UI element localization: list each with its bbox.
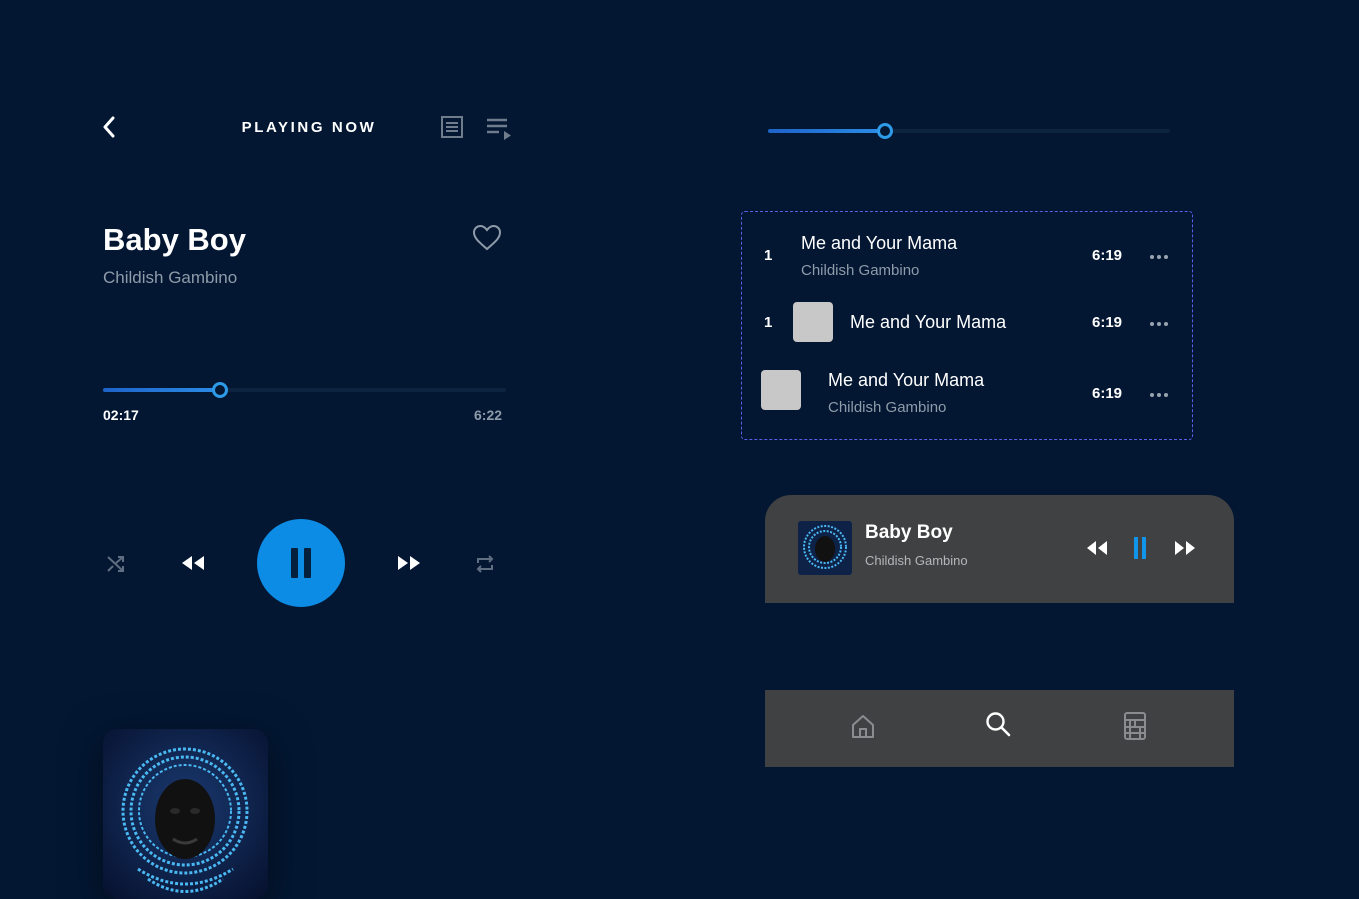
album-art	[103, 729, 268, 899]
repeat-button[interactable]	[472, 551, 498, 577]
mini-next-button[interactable]	[1171, 537, 1199, 559]
fast-forward-icon	[1175, 541, 1195, 555]
tab-home[interactable]	[846, 709, 880, 743]
track-row-duration: 6:19	[1092, 247, 1123, 264]
pause-button[interactable]	[257, 519, 345, 607]
tab-library[interactable]	[1118, 709, 1152, 743]
track-artist: Childish Gambino	[103, 268, 238, 287]
slider-knob[interactable]	[876, 123, 893, 139]
seek-slider[interactable]	[768, 123, 1170, 139]
total-time: 6:22	[474, 407, 503, 423]
queue-button[interactable]	[484, 114, 514, 142]
track-row-title: Me and Your Mama	[801, 233, 958, 253]
queue-icon	[487, 118, 511, 140]
back-button[interactable]	[96, 112, 122, 142]
mini-album-art	[798, 521, 852, 575]
lyrics-button[interactable]	[439, 114, 465, 140]
mini-pause-button[interactable]	[1129, 534, 1151, 562]
track-number: 1	[764, 314, 773, 331]
fast-forward-icon	[398, 556, 420, 570]
pause-icon	[288, 548, 314, 578]
track-row-duration: 6:19	[1092, 385, 1123, 402]
slider-fill	[768, 129, 885, 133]
page-title: PLAYING NOW	[241, 119, 377, 136]
lyrics-icon	[441, 116, 463, 138]
shuffle-icon	[107, 556, 124, 572]
track-row-duration: 6:19	[1092, 314, 1123, 331]
library-icon	[1124, 712, 1146, 740]
previous-button[interactable]	[178, 551, 208, 575]
track-number: 1	[764, 247, 773, 264]
track-row-artist: Childish Gambino	[801, 262, 920, 279]
track-thumbnail	[761, 370, 801, 410]
track-row-title: Me and Your Mama	[850, 312, 1007, 332]
rewind-icon	[182, 556, 204, 570]
favorite-button[interactable]	[471, 223, 503, 253]
album-cover-image	[103, 729, 268, 899]
progress-fill	[103, 388, 220, 392]
rewind-icon	[1087, 541, 1107, 555]
track-thumbnail	[793, 302, 833, 342]
progress-knob[interactable]	[211, 382, 228, 398]
repeat-icon	[476, 555, 494, 573]
shuffle-button[interactable]	[103, 551, 129, 577]
more-options-icon[interactable]	[1150, 319, 1172, 329]
pause-icon	[1134, 537, 1146, 559]
home-icon	[852, 715, 874, 738]
track-row-artist: Childish Gambino	[828, 399, 947, 416]
track-row-title: Me and Your Mama	[828, 370, 985, 390]
more-options-icon[interactable]	[1150, 252, 1172, 262]
mini-player-artist: Childish Gambino	[865, 553, 968, 568]
heart-icon	[472, 224, 502, 251]
search-icon	[986, 712, 1011, 737]
mini-player-title: Baby Boy	[865, 522, 953, 543]
current-time: 02:17	[103, 407, 139, 423]
chevron-left-icon	[103, 116, 115, 138]
more-options-icon[interactable]	[1150, 390, 1172, 400]
track-title: Baby Boy	[103, 222, 246, 257]
tab-search[interactable]	[981, 707, 1015, 741]
next-button[interactable]	[394, 551, 424, 575]
mini-previous-button[interactable]	[1083, 537, 1111, 559]
progress-bar[interactable]	[103, 382, 506, 398]
